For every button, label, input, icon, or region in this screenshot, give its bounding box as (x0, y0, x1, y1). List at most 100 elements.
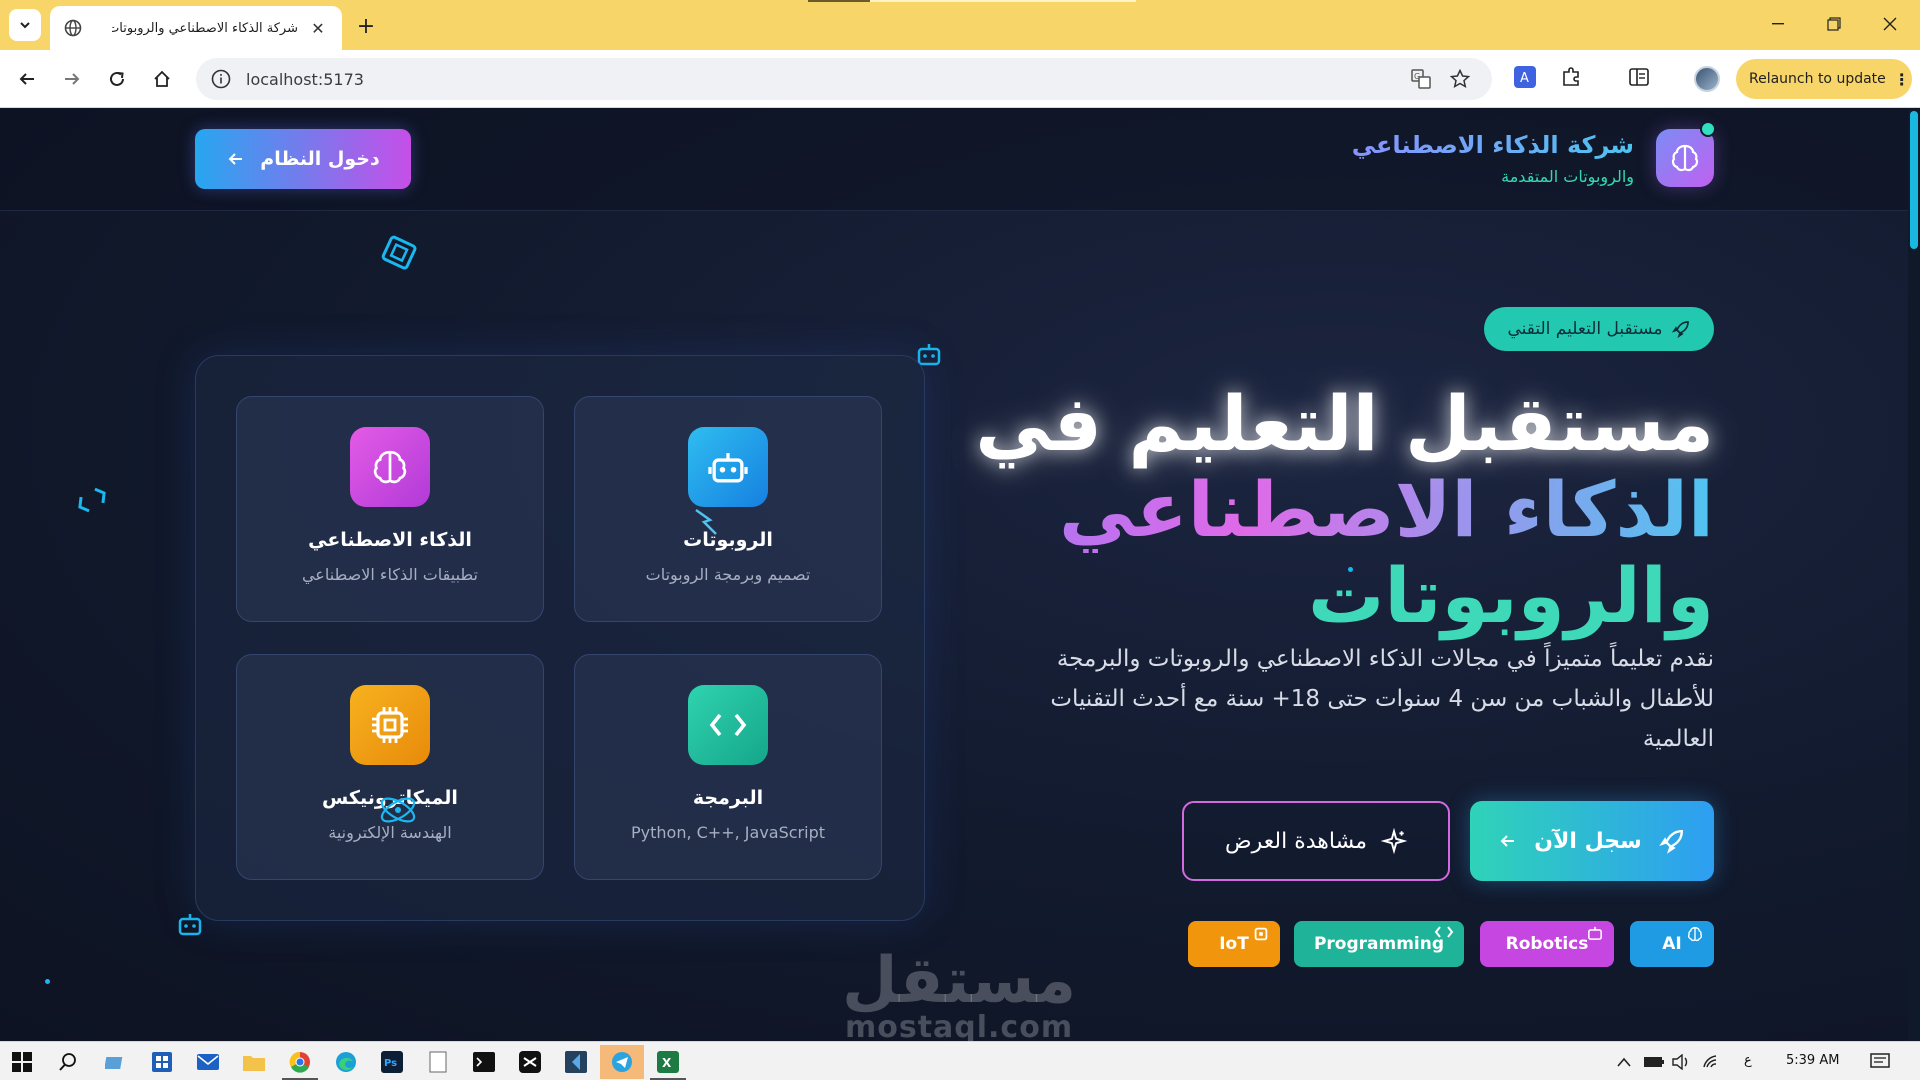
hero-description: نقدم تعليماً متميزاً في مجالات الذكاء ال… (1050, 646, 1714, 752)
browser-menu-icon[interactable]: ⋮ (1894, 70, 1910, 89)
close-icon[interactable]: ✕ (308, 18, 328, 38)
chrome-icon[interactable] (286, 1048, 314, 1076)
svg-text:A: A (1520, 71, 1529, 86)
store-icon[interactable] (148, 1048, 176, 1076)
terminal-icon[interactable] (470, 1048, 498, 1076)
globe-icon (64, 19, 82, 37)
tag-label: AI (1662, 934, 1682, 954)
tag-ai[interactable]: AI (1630, 921, 1714, 967)
card-subtitle: تصميم وبرمجة الروبوتات (645, 565, 811, 584)
watermark-arabic: مستقل (842, 944, 1077, 1018)
svg-text:X: X (662, 1056, 672, 1070)
notepad-icon[interactable] (424, 1048, 452, 1076)
search-icon[interactable] (54, 1048, 82, 1076)
window-close-button[interactable] (1870, 10, 1910, 38)
register-label: سجل الآن (1534, 828, 1642, 854)
tab-strip-accent (808, 0, 870, 2)
extension-a-icon[interactable]: A (1512, 64, 1538, 90)
tag-label: Programming (1313, 934, 1445, 954)
page-scrollbar[interactable] (1908, 109, 1920, 1041)
input-language[interactable]: ع (1744, 1053, 1752, 1068)
windows-taskbar: Ps X ع 5:39 AM (0, 1041, 1920, 1080)
tag-iot[interactable]: IoT (1188, 921, 1280, 967)
tag-programming[interactable]: Programming (1294, 921, 1464, 967)
svg-text:Ps: Ps (384, 1058, 397, 1069)
floating-atom-icon (380, 797, 416, 823)
web-page: شركة الذكاء الاصطناعي والروبوتات المتقدم… (0, 109, 1908, 1041)
card-programming[interactable]: البرمجة Python, C++, JavaScript (574, 654, 882, 880)
reading-list-icon[interactable] (1626, 64, 1652, 90)
floating-chip-icon (381, 235, 417, 270)
back-arrow-icon[interactable] (12, 64, 42, 94)
url-text[interactable]: localhost:5173 (246, 70, 364, 89)
profile-avatar[interactable] (1694, 66, 1720, 92)
robot-icon (1588, 926, 1602, 940)
clock-time[interactable]: 5:39 AM (1786, 1053, 1839, 1068)
card-robotics[interactable]: الروبوتات تصميم وبرمجة الروبوتات (574, 396, 882, 622)
sparkles-icon (1380, 828, 1407, 854)
login-label: دخول النظام (260, 148, 380, 170)
hero-title-line3: والروبوتات (1308, 551, 1714, 640)
tab-search-icon[interactable] (9, 9, 41, 41)
reload-icon[interactable] (102, 64, 132, 94)
telegram-icon[interactable] (600, 1045, 644, 1079)
badge-label: مستقبل التعليم التقني (1507, 319, 1663, 339)
home-icon[interactable] (147, 64, 177, 94)
translate-icon[interactable]: G (1410, 68, 1432, 90)
status-dot (1700, 121, 1716, 137)
star-icon[interactable] (1449, 68, 1471, 90)
windows-start-icon[interactable] (8, 1048, 36, 1076)
chip-icon (1254, 927, 1268, 941)
capcut-icon[interactable] (516, 1048, 544, 1076)
floating-code-icon (78, 487, 106, 513)
tray-chevron-icon[interactable] (1610, 1048, 1638, 1076)
folder-icon[interactable] (240, 1048, 268, 1076)
login-button[interactable]: دخول النظام (195, 129, 411, 189)
browser-tab-bar: شركة الذكاء الاصطناعي والروبوتات ✕ + (0, 0, 1920, 50)
photoshop-icon[interactable]: Ps (378, 1048, 406, 1076)
scrollbar-thumb[interactable] (1910, 111, 1918, 249)
edge-icon[interactable] (332, 1048, 360, 1076)
notification-icon[interactable] (1866, 1048, 1894, 1076)
brain-icon (350, 427, 430, 507)
brand-name[interactable]: شركة الذكاء الاصطناعي (1352, 131, 1634, 159)
wifi-icon[interactable] (1698, 1048, 1726, 1076)
forward-arrow-icon[interactable] (57, 64, 87, 94)
chip-icon (350, 685, 430, 765)
tag-label: IoT (1219, 934, 1249, 954)
watch-demo-label: مشاهدة العرض (1225, 828, 1367, 854)
tag-label: Robotics (1505, 934, 1589, 954)
relaunch-label: Relaunch to update (1749, 71, 1886, 87)
vscode-icon[interactable] (562, 1048, 590, 1076)
svg-text:G: G (1414, 72, 1420, 81)
hero-badge: مستقبل التعليم التقني (1484, 307, 1714, 351)
restore-button[interactable] (1814, 10, 1854, 38)
file-explorer-icon[interactable] (102, 1048, 130, 1076)
site-info-icon[interactable] (210, 68, 232, 90)
tab-title: شركة الذكاء الاصطناعي والروبوتات (112, 20, 298, 36)
card-ai[interactable]: الذكاء الاصطناعي تطبيقات الذكاء الاصطناع… (236, 396, 544, 622)
mail-icon[interactable] (194, 1048, 222, 1076)
browser-tab-active[interactable]: شركة الذكاء الاصطناعي والروبوتات ✕ (50, 6, 342, 50)
battery-icon[interactable] (1640, 1048, 1668, 1076)
brain-icon (1687, 926, 1703, 942)
floating-robot-icon-2 (178, 914, 202, 936)
new-tab-button[interactable]: + (352, 12, 380, 40)
arrow-icon (228, 153, 243, 165)
excel-icon[interactable]: X (654, 1048, 682, 1076)
address-bar[interactable]: localhost:5173 G (196, 58, 1492, 100)
minimize-button[interactable] (1758, 10, 1798, 38)
brain-logo-icon[interactable] (1656, 129, 1714, 187)
register-now-button[interactable]: سجل الآن (1470, 801, 1714, 881)
rocket-icon (1659, 830, 1683, 854)
floating-zap-icon (695, 508, 717, 535)
extension-puzzle-icon[interactable] (1558, 64, 1584, 90)
relaunch-button[interactable]: Relaunch to update ⋮ (1736, 59, 1912, 99)
card-mechatronics[interactable]: الميكاترونيكس الهندسة الإلكترونية (236, 654, 544, 880)
volume-icon[interactable] (1668, 1048, 1696, 1076)
watermark-logo: مستقل mostaql.com (842, 949, 1076, 1041)
tag-robotics[interactable]: Robotics (1480, 921, 1614, 967)
brand-subtitle: والروبوتات المتقدمة (1501, 167, 1634, 186)
card-subtitle: Python, C++, JavaScript (631, 823, 825, 842)
watch-demo-button[interactable]: مشاهدة العرض (1182, 801, 1450, 881)
